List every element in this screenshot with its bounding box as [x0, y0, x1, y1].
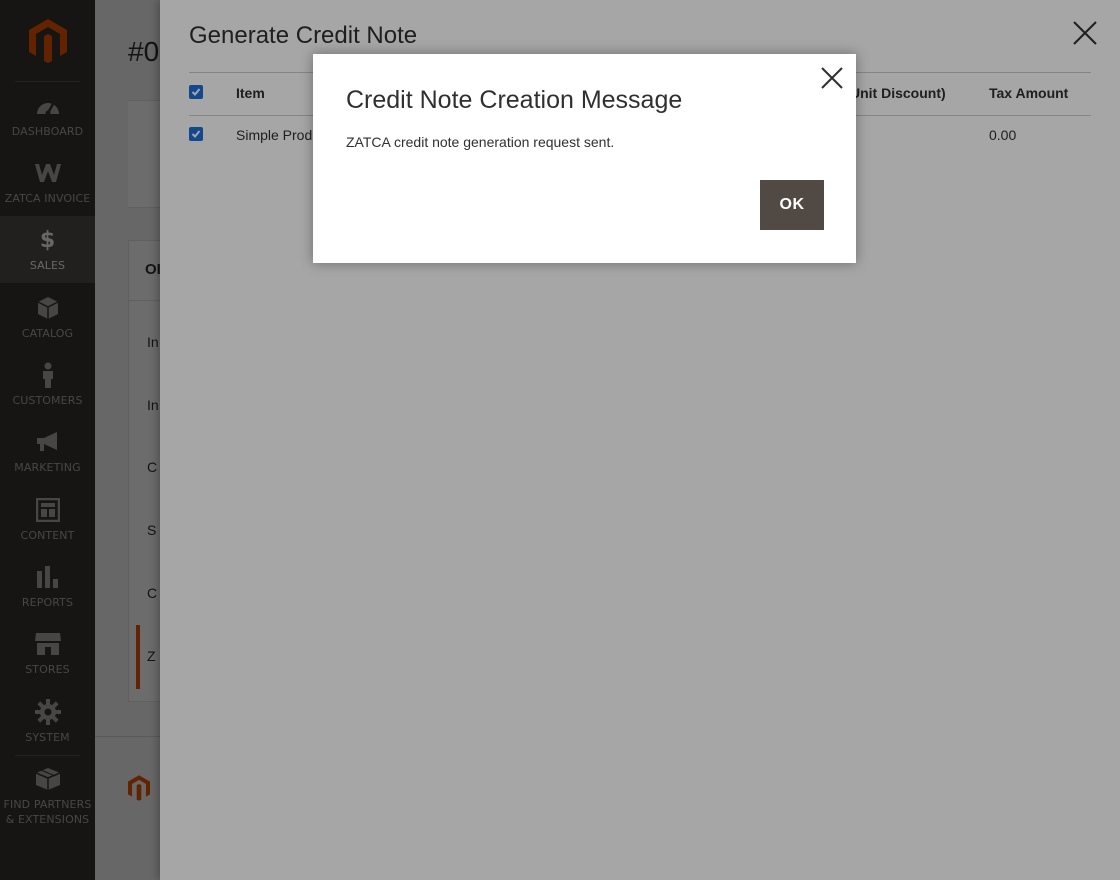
ok-button[interactable]: OK	[760, 180, 824, 230]
modal-close-button[interactable]	[819, 65, 845, 91]
modal-title: Credit Note Creation Message	[346, 86, 683, 114]
credit-note-message-modal: Credit Note Creation Message ZATCA credi…	[313, 54, 856, 263]
close-icon	[821, 67, 843, 89]
modal-message: ZATCA credit note generation request sen…	[346, 134, 615, 150]
